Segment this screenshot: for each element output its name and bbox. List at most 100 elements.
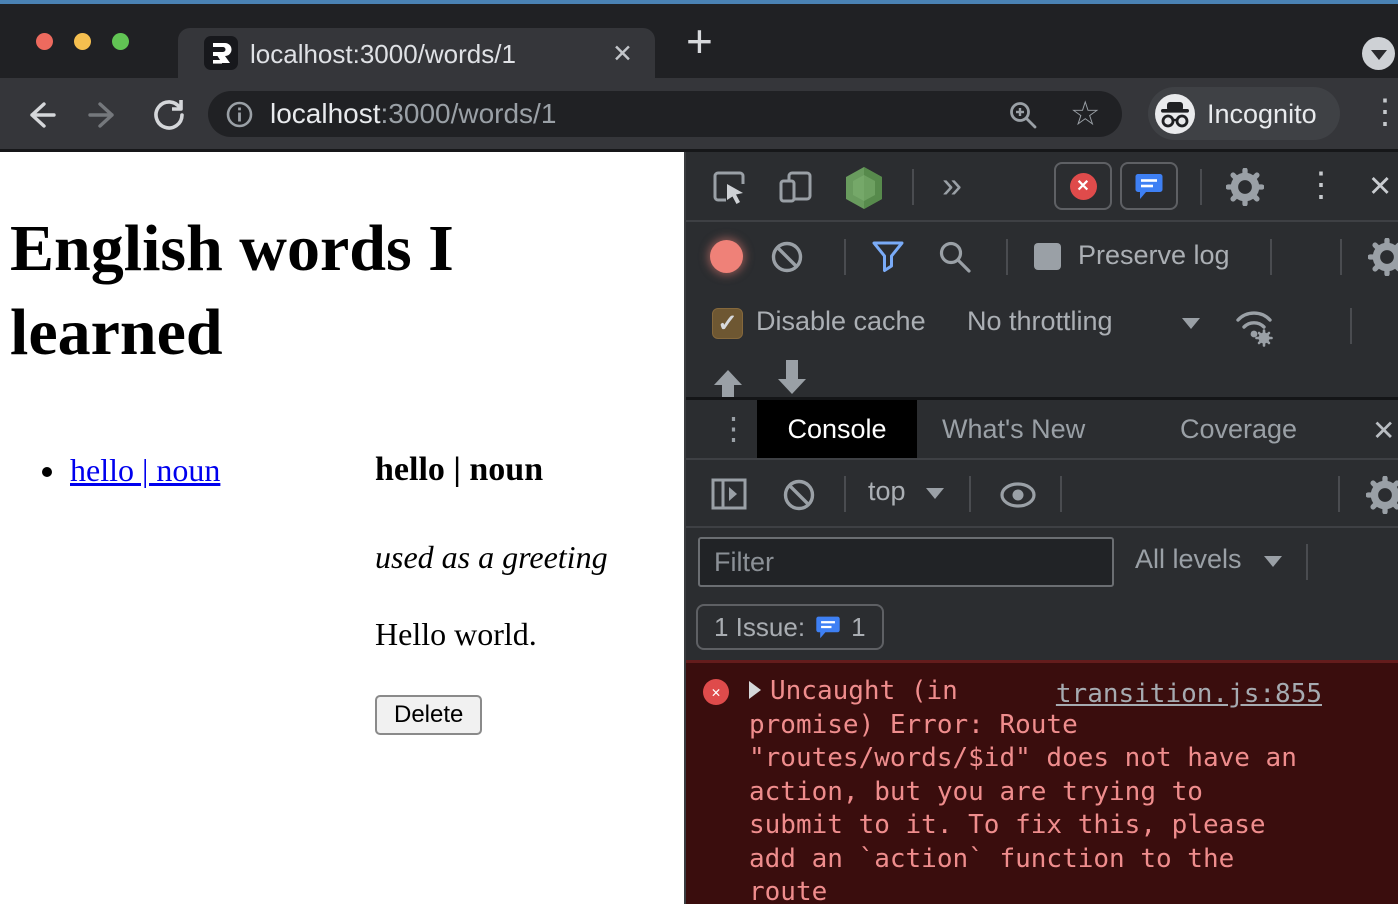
error-line: action, but you are trying to: [749, 776, 1329, 810]
divider: [1338, 476, 1340, 512]
network-conditions-icon[interactable]: [1232, 304, 1276, 348]
reload-icon[interactable]: [150, 96, 188, 134]
preserve-log-label[interactable]: Preserve log: [1078, 240, 1230, 271]
tab-console-label: Console: [787, 414, 886, 445]
settings-gear-icon[interactable]: [1226, 168, 1264, 206]
clear-console-icon[interactable]: [782, 478, 816, 512]
devtools-menu-icon[interactable]: ⋮: [1304, 168, 1338, 202]
divider: [1306, 544, 1308, 580]
throttling-select[interactable]: No throttling: [967, 306, 1113, 337]
divider: [844, 476, 846, 512]
tab-whats-new[interactable]: What's New: [942, 414, 1085, 445]
issues-badge[interactable]: [1120, 162, 1178, 210]
context-selector[interactable]: top: [868, 476, 906, 507]
network-conditions-row: ✓ Disable cache No throttling: [686, 292, 1398, 360]
network-settings-gear-icon[interactable]: [1368, 238, 1398, 276]
issues-count: 1: [851, 612, 865, 643]
har-actions-row: [686, 360, 1398, 397]
error-icon: ✕: [703, 679, 729, 705]
incognito-badge: Incognito: [1148, 87, 1340, 140]
word-example: Hello world.: [375, 616, 537, 653]
divider: [1340, 239, 1342, 275]
drawer-menu-icon[interactable]: ⋮: [718, 412, 749, 446]
bookmark-star-icon[interactable]: ☆: [1070, 94, 1100, 134]
web-page: English words I learned hello | noun hel…: [0, 152, 684, 904]
network-toolbar: Preserve log: [686, 222, 1398, 292]
list-item: hello | noun: [68, 452, 220, 489]
word-definition: used as a greeting: [375, 539, 608, 576]
error-line: Uncaught (in: [770, 676, 958, 706]
delete-button[interactable]: Delete: [375, 695, 482, 735]
forward-icon[interactable]: [86, 97, 122, 133]
tab-close-icon[interactable]: ✕: [612, 39, 633, 69]
inspect-icon[interactable]: [712, 169, 748, 205]
error-line: add an `action` function to the: [749, 843, 1329, 877]
tab-title: localhost:3000/words/1: [250, 39, 516, 70]
tab-strip: localhost:3000/words/1 ✕ +: [0, 4, 1398, 78]
url-text: localhost:3000/words/1: [270, 98, 556, 130]
incognito-label: Incognito: [1207, 99, 1317, 130]
live-expression-eye-icon[interactable]: [998, 478, 1038, 512]
filter-funnel-icon[interactable]: [870, 240, 906, 274]
devtools-close-icon[interactable]: ✕: [1368, 169, 1392, 204]
zoom-icon[interactable]: [1008, 100, 1038, 130]
log-levels-select[interactable]: All levels: [1135, 544, 1242, 575]
drawer-tab-bar: ⋮ Console What's New Coverage ✕: [686, 397, 1398, 460]
divider: [1006, 239, 1008, 275]
record-icon[interactable]: [710, 240, 743, 273]
address-bar[interactable]: localhost:3000/words/1 ☆: [208, 91, 1122, 137]
divider: [1060, 476, 1062, 512]
divider: [1350, 308, 1352, 344]
browser-menu-icon[interactable]: ⋮: [1368, 95, 1398, 129]
tab-search-button[interactable]: [1362, 37, 1395, 70]
search-icon[interactable]: [938, 240, 972, 274]
issues-chat-icon: [815, 614, 841, 640]
preserve-log-checkbox[interactable]: [1034, 243, 1061, 270]
more-tabs-icon[interactable]: »: [942, 164, 962, 206]
window-content: English words I learned hello | noun hel…: [0, 152, 1398, 904]
import-har-icon[interactable]: [710, 368, 746, 397]
expand-triangle-icon[interactable]: [749, 681, 761, 699]
back-icon[interactable]: [22, 97, 58, 133]
remix-logo-icon: [204, 36, 238, 70]
new-tab-button[interactable]: +: [686, 20, 713, 62]
traffic-light-close[interactable]: [36, 33, 53, 50]
console-filter-input[interactable]: [698, 537, 1114, 587]
browser-toolbar: localhost:3000/words/1 ☆ Incognito ⋮: [0, 78, 1398, 152]
word-detail: hello | noun used as a greeting Hello wo…: [375, 451, 608, 735]
drawer-close-icon[interactable]: ✕: [1372, 414, 1395, 447]
issues-chat-icon: [1134, 171, 1164, 201]
word-term: hello | noun: [375, 451, 543, 489]
traffic-light-zoom[interactable]: [112, 33, 129, 50]
throttling-dropdown-icon[interactable]: [1182, 318, 1200, 329]
divider: [969, 476, 971, 512]
error-text[interactable]: Uncaught (in promise) Error: Route "rout…: [749, 675, 1329, 904]
site-info-icon[interactable]: [226, 101, 253, 128]
error-line: promise) Error: Route: [749, 709, 1329, 743]
export-har-icon[interactable]: [774, 360, 810, 396]
levels-dropdown-icon[interactable]: [1264, 556, 1282, 567]
clear-icon[interactable]: [770, 240, 804, 274]
console-error-message: ✕ transition.js:855 Uncaught (in promise…: [686, 660, 1398, 904]
console-settings-gear-icon[interactable]: [1366, 476, 1398, 514]
error-count-badge[interactable]: ✕: [1054, 162, 1112, 210]
error-line: route: [749, 876, 1329, 904]
node-icon: [842, 165, 886, 211]
traffic-light-minimize[interactable]: [74, 33, 91, 50]
context-dropdown-icon[interactable]: [926, 488, 944, 499]
tab-coverage[interactable]: Coverage: [1180, 414, 1297, 445]
word-link[interactable]: hello | noun: [70, 452, 220, 488]
disable-cache-checkbox[interactable]: ✓: [712, 308, 743, 339]
console-issue-row: 1 Issue: 1: [686, 596, 1398, 660]
tab-console[interactable]: Console: [757, 400, 917, 458]
url-path: :3000/words/1: [381, 98, 557, 129]
issues-counter[interactable]: 1 Issue: 1: [696, 604, 884, 650]
device-toolbar-icon[interactable]: [778, 169, 814, 205]
divider: [912, 169, 914, 205]
disable-cache-label[interactable]: Disable cache: [756, 306, 926, 337]
console-sidebar-icon[interactable]: [710, 475, 748, 513]
word-list: hello | noun: [68, 452, 220, 489]
browser-tab[interactable]: localhost:3000/words/1 ✕: [178, 28, 655, 78]
incognito-icon: [1155, 94, 1195, 134]
chevron-down-icon: [1371, 50, 1387, 60]
